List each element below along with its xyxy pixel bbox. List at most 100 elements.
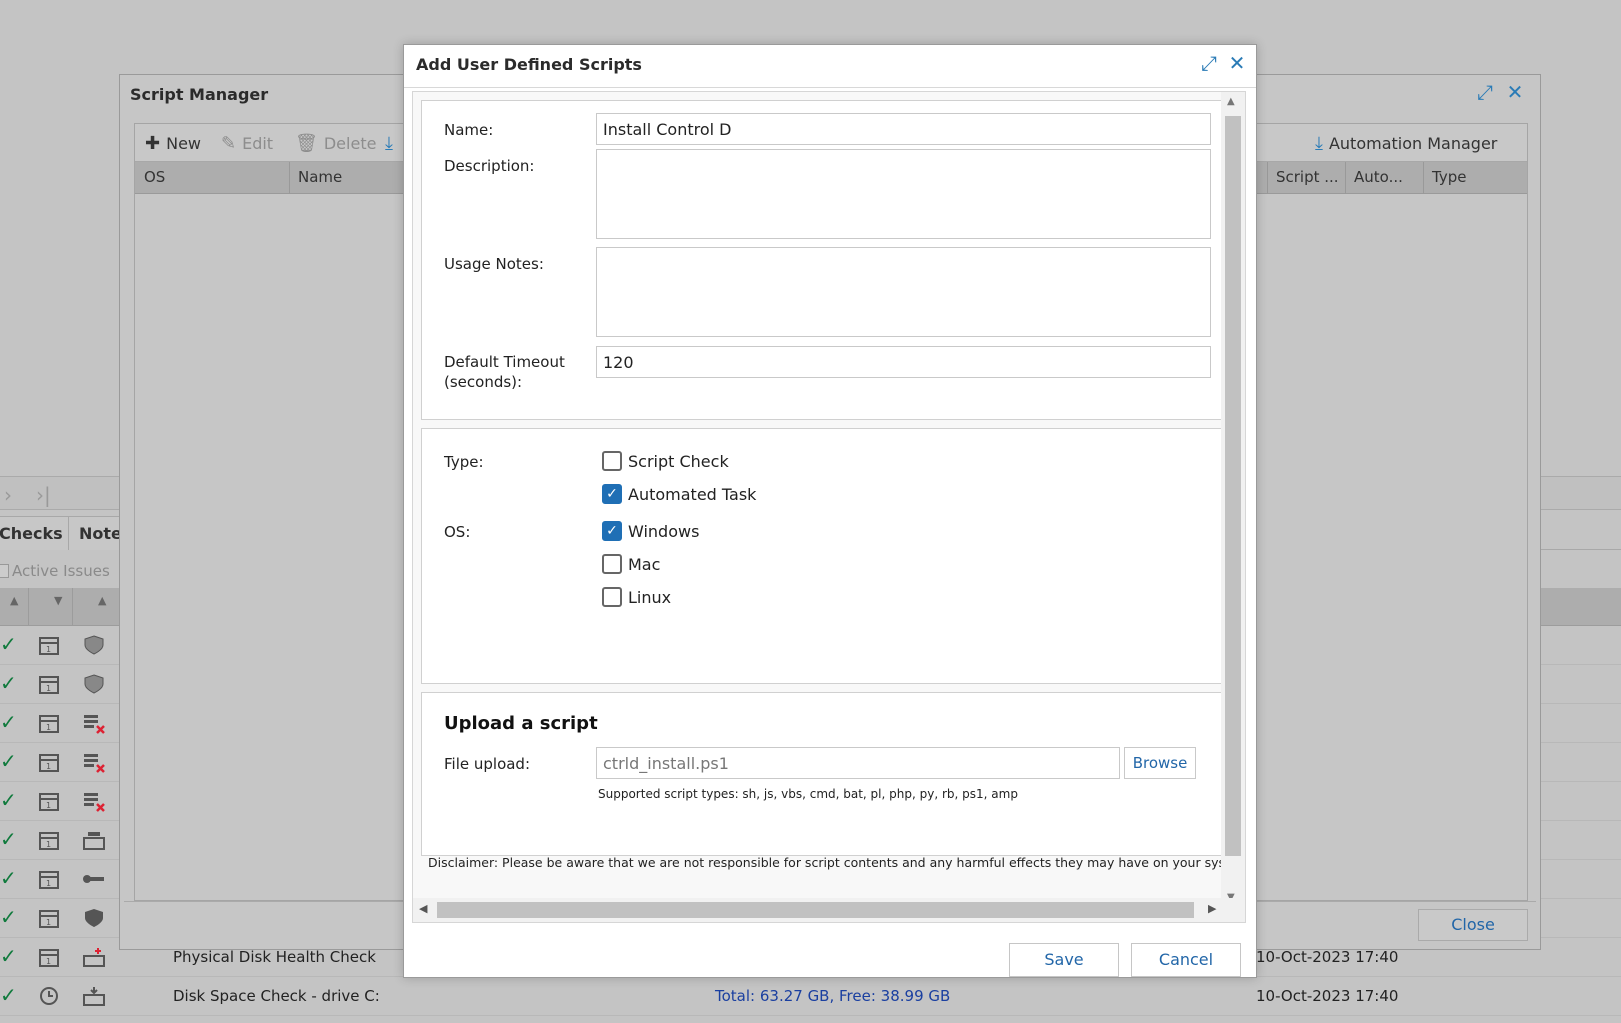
timeout-unit-label: (seconds): (444, 373, 523, 391)
mac-checkbox[interactable] (602, 554, 622, 574)
calendar-icon: 1 (39, 793, 59, 811)
download-icon[interactable]: ⤓ (385, 133, 393, 154)
check-ok-icon: ✓ (0, 866, 17, 890)
delete-button[interactable]: 🗑 Delete (295, 133, 376, 154)
vertical-scrollbar[interactable]: ▲ ▼ (1221, 92, 1245, 907)
automation-manager-button[interactable]: ⤓ Automation Manager (1315, 133, 1497, 154)
file-upload-input[interactable] (596, 747, 1120, 779)
next-page-icon[interactable]: › (4, 483, 12, 507)
column-script[interactable]: Script ... (1276, 168, 1339, 186)
vertical-scroll-thumb[interactable] (1225, 116, 1241, 856)
maximize-icon[interactable]: ⤢ (1474, 81, 1496, 103)
check-value-link[interactable]: Total: 63.27 GB, Free: 38.99 GB (715, 987, 950, 1005)
upload-title: Upload a script (444, 713, 598, 734)
dialog-scroll-area[interactable]: Name: Description: Usage Notes: Default … (412, 91, 1246, 923)
cancel-button[interactable]: Cancel (1131, 943, 1241, 977)
close-icon[interactable]: ✕ (1504, 81, 1526, 103)
horizontal-scroll-thumb[interactable] (437, 902, 1194, 918)
last-page-icon[interactable]: ›| (36, 483, 51, 507)
calendar-icon: 1 (39, 637, 59, 655)
add-script-dialog: Add User Defined Scripts ⤢ ✕ Name: Descr… (403, 44, 1257, 978)
column-auto[interactable]: Auto... (1354, 168, 1403, 186)
name-input[interactable] (596, 113, 1211, 145)
usage-notes-label: Usage Notes: (444, 255, 544, 273)
type-label: Type: (444, 453, 484, 471)
check-name: Disk Space Check - drive C: (173, 987, 380, 1005)
active-issues-label: Active Issues (12, 562, 110, 580)
windows-checkbox[interactable]: ✓ (602, 521, 622, 541)
svg-text:1: 1 (46, 762, 51, 771)
scroll-right-icon[interactable]: ▶ (1208, 902, 1216, 915)
column-os[interactable]: OS (144, 168, 165, 186)
dialog-controls: ⤢ ✕ (1198, 51, 1248, 75)
check-ok-icon: ✓ (0, 983, 17, 1007)
check-date: 10-Oct-2023 17:40 (1256, 948, 1399, 966)
check-ok-icon: ✓ (0, 749, 17, 773)
plus-icon: ✚ (145, 133, 161, 154)
close-icon[interactable]: ✕ (1226, 51, 1248, 75)
active-issues-checkbox[interactable] (0, 564, 9, 578)
column-type[interactable]: Type (1432, 168, 1466, 186)
script-check-checkbox[interactable] (602, 451, 622, 471)
calendar-icon: 1 (39, 715, 59, 733)
file-upload-label: File upload: (444, 755, 531, 773)
linux-checkbox[interactable] (602, 587, 622, 607)
svg-text:1: 1 (46, 645, 51, 654)
calendar-icon: 1 (39, 832, 59, 850)
edit-button[interactable]: ✎ Edit (221, 133, 273, 154)
sort-up-icon[interactable]: ▲ (10, 594, 18, 607)
shield-icon (84, 635, 104, 655)
trash-icon: 🗑 (295, 133, 318, 154)
name-label: Name: (444, 121, 494, 139)
general-section: Name: Description: Usage Notes: Default … (421, 100, 1229, 420)
calendar-icon: 1 (39, 910, 59, 928)
close-button[interactable]: Close (1418, 909, 1528, 941)
check-ok-icon: ✓ (0, 827, 17, 851)
horizontal-scrollbar[interactable]: ◀ ▶ (413, 898, 1245, 922)
column-name[interactable]: Name (298, 168, 342, 186)
check-ok-icon: ✓ (0, 710, 17, 734)
tab-checks[interactable]: Checks (0, 516, 74, 550)
calendar-icon: 1 (39, 949, 59, 967)
list-error-icon (84, 754, 105, 773)
description-label: Description: (444, 157, 535, 175)
script-check-option[interactable]: Script Check (602, 451, 729, 471)
window-controls: ⤢ ✕ (1474, 81, 1526, 103)
os-label: OS: (444, 523, 471, 541)
timeout-input[interactable] (596, 346, 1211, 378)
disk-health-icon (83, 948, 105, 967)
clock-icon (40, 987, 58, 1005)
type-os-section: Type: Script Check ✓ Automated Task OS: … (421, 428, 1229, 684)
scroll-left-icon[interactable]: ◀ (419, 902, 427, 915)
check-ok-icon: ✓ (0, 944, 17, 968)
check-ok-icon: ✓ (0, 905, 17, 929)
windows-option[interactable]: ✓ Windows (602, 521, 699, 541)
mac-option[interactable]: Mac (602, 554, 660, 574)
svg-text:1: 1 (46, 723, 51, 732)
shield-icon (84, 674, 104, 694)
browse-button[interactable]: Browse (1124, 747, 1196, 779)
timeout-label: Default Timeout (444, 353, 565, 371)
svg-text:1: 1 (46, 840, 51, 849)
description-textarea[interactable] (596, 149, 1211, 239)
svg-text:1: 1 (46, 684, 51, 693)
download-icon: ⤓ (1315, 133, 1323, 154)
automated-task-option[interactable]: ✓ Automated Task (602, 484, 756, 504)
automated-task-checkbox[interactable]: ✓ (602, 484, 622, 504)
check-row: ✓ Disk Space Check - drive C: Total: 63.… (0, 977, 1621, 1016)
usage-notes-textarea[interactable] (596, 247, 1211, 337)
linux-option[interactable]: Linux (602, 587, 671, 607)
sort-up-icon[interactable]: ▲ (98, 594, 106, 607)
scroll-up-icon[interactable]: ▲ (1227, 96, 1235, 107)
calendar-icon: 1 (39, 871, 59, 889)
disk-space-icon (83, 987, 105, 1006)
save-button[interactable]: Save (1009, 943, 1119, 977)
supported-types-text: Supported script types: sh, js, vbs, cmd… (598, 787, 1018, 801)
sort-down-icon[interactable]: ▼ (54, 594, 62, 607)
upload-section: Upload a script File upload: Browse Supp… (421, 692, 1229, 856)
svg-text:1: 1 (46, 957, 51, 966)
maximize-icon[interactable]: ⤢ (1198, 51, 1220, 75)
list-error-icon (84, 793, 105, 812)
calendar-icon: 1 (39, 754, 59, 772)
new-button[interactable]: ✚ New (145, 133, 201, 154)
